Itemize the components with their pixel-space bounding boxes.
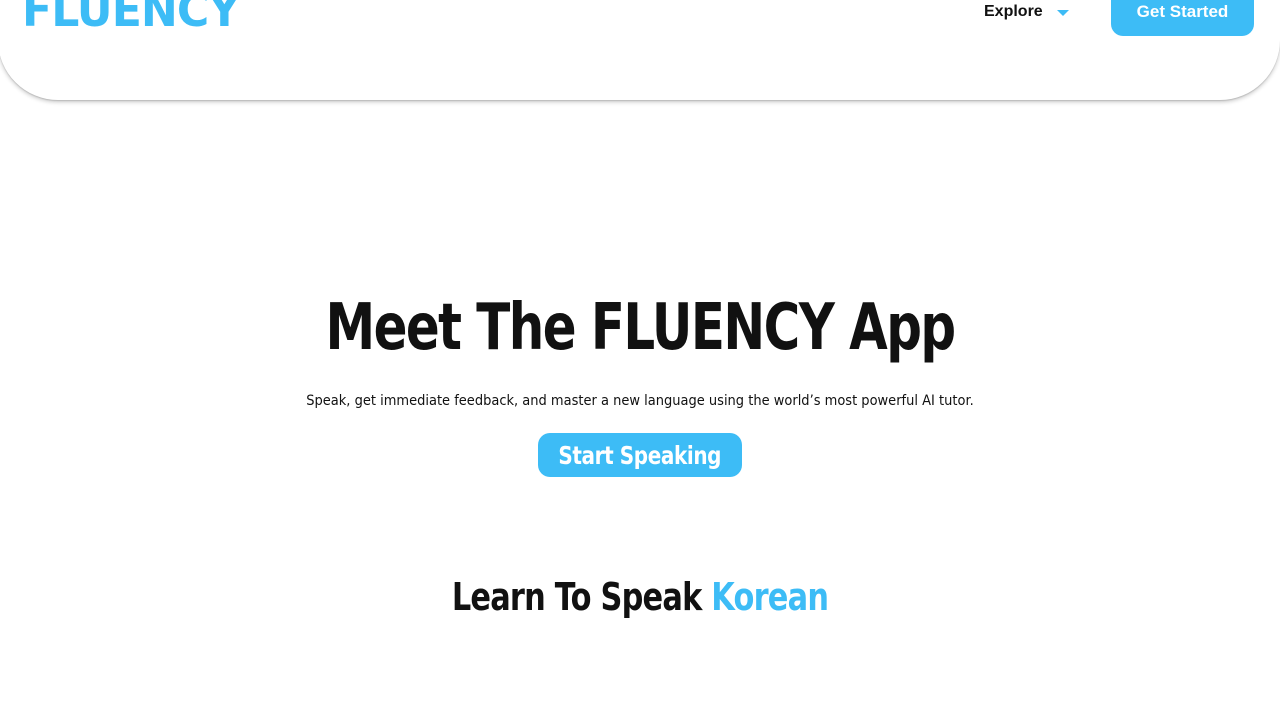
hero-subtitle: Speak, get immediate feedback, and maste…: [306, 393, 974, 409]
start-speaking-button[interactable]: Start Speaking: [538, 433, 742, 477]
learn-heading: Learn To Speak Korean: [128, 572, 1152, 622]
get-started-button[interactable]: Get Started: [1111, 0, 1254, 36]
fluency-logo[interactable]: FLUENCY: [22, 0, 240, 38]
learn-heading-prefix: Learn To Speak: [451, 575, 712, 619]
navbar: FLUENCY Explore Get Started: [0, 0, 1280, 100]
explore-label: Explore: [984, 3, 1043, 20]
caret-down-icon: [1056, 10, 1069, 16]
page: FLUENCY Explore Get Started Meet The FLU…: [0, 0, 1280, 720]
start-speaking-label: Start Speaking: [558, 440, 722, 470]
explore-dropdown[interactable]: Explore: [984, 0, 1069, 26]
hero-title: Meet The FLUENCY App: [325, 291, 956, 365]
learn-heading-language: Korean: [711, 575, 829, 619]
logo-text: FLUENCY: [22, 0, 240, 37]
